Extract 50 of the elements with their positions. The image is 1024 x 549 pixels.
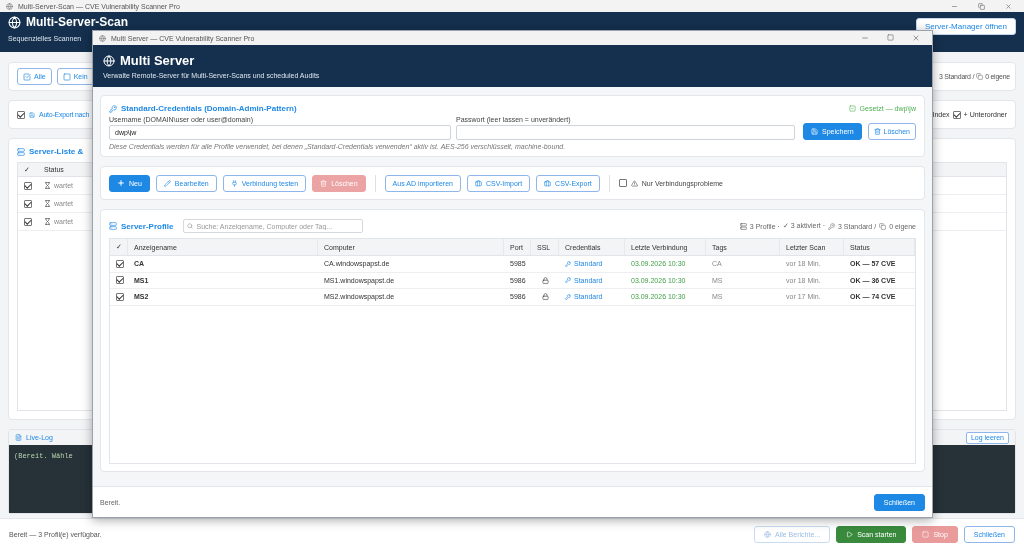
- briefcase-icon: [474, 179, 482, 187]
- key-icon: [109, 104, 117, 113]
- checkbox[interactable]: [618, 179, 627, 187]
- section-title: Server-Profile: [121, 221, 174, 231]
- server-icon: [739, 222, 747, 230]
- close-icon[interactable]: [912, 34, 920, 42]
- dialog-title: Multi Server: [120, 53, 195, 68]
- checkbox[interactable]: [116, 292, 124, 301]
- hourglass-icon: [44, 200, 51, 207]
- globe-icon: [764, 530, 771, 538]
- check-icon: [848, 105, 856, 112]
- key-icon: [828, 222, 835, 230]
- key-icon: [565, 277, 571, 284]
- section-title: Standard-Credentials (Domain-Admin-Pattern): [121, 104, 297, 113]
- hourglass-icon: [44, 182, 51, 189]
- plug-icon: [230, 179, 238, 187]
- stop-icon: [922, 530, 930, 538]
- globe-icon: [8, 15, 21, 29]
- log-icon: [15, 434, 22, 441]
- warning-icon: [630, 179, 638, 187]
- app-title: Multi-Server-Scan: [26, 15, 129, 29]
- checked-box-icon: [23, 72, 31, 81]
- password-field[interactable]: [456, 125, 795, 140]
- checkbox[interactable]: [952, 110, 961, 119]
- empty-box-icon: [62, 72, 71, 81]
- app-icon: [99, 34, 106, 42]
- trash-icon: [873, 128, 881, 135]
- copy-icon: [976, 73, 984, 80]
- key-icon: [565, 293, 571, 300]
- checkbox[interactable]: [24, 217, 32, 226]
- key-icon: [565, 260, 571, 267]
- pencil-icon: [163, 179, 171, 187]
- globe-icon: [103, 54, 115, 67]
- plus-icon: [117, 179, 125, 187]
- briefcase-icon: [544, 179, 552, 187]
- server-icon: [17, 147, 25, 156]
- server-manager-button[interactable]: Server-Manager öffnen: [915, 17, 1016, 35]
- checkbox[interactable]: [17, 110, 25, 119]
- checkbox[interactable]: [116, 276, 124, 285]
- app-icon: [6, 2, 13, 10]
- hourglass-icon: [44, 218, 51, 225]
- trash-icon: [320, 179, 328, 187]
- search-icon: [187, 223, 194, 229]
- copy-icon: [879, 222, 887, 230]
- server-icon: [109, 222, 117, 230]
- checkbox[interactable]: [116, 259, 124, 268]
- checkbox[interactable]: [24, 199, 32, 208]
- checkbox[interactable]: [24, 181, 32, 190]
- section-title: Server-Liste &: [29, 147, 84, 156]
- play-icon: [846, 530, 854, 538]
